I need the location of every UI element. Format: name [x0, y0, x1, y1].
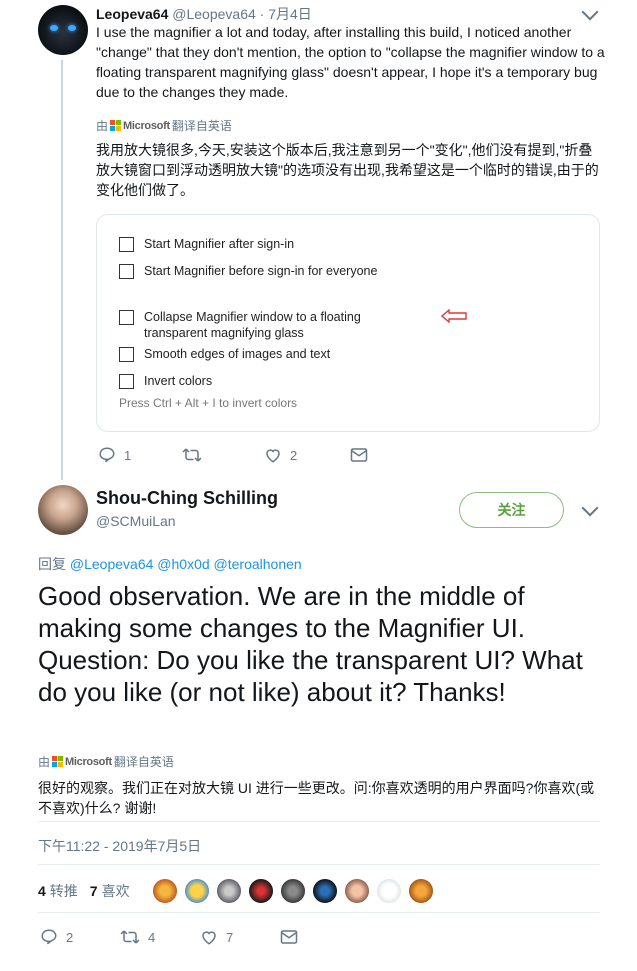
checkbox[interactable]	[119, 374, 134, 389]
divider	[38, 821, 600, 822]
liker-avatar[interactable]	[151, 878, 178, 904]
translator-name: Microsoft	[123, 119, 170, 132]
retweet-stat-count[interactable]: 4	[38, 883, 46, 899]
thread-line	[61, 60, 63, 480]
reply-icon	[99, 447, 115, 463]
author-name[interactable]: Leopeva64	[96, 6, 168, 22]
retweet-icon	[120, 930, 140, 944]
like-icon	[266, 449, 280, 463]
tweet-text: I use the magnifier a lot and today, aft…	[96, 24, 605, 100]
liker-avatar[interactable]	[247, 878, 274, 904]
tweet-timestamp[interactable]: 下午11:22 - 2019年7月5日	[38, 836, 201, 856]
message-button[interactable]	[280, 929, 298, 945]
translated-suffix: 翻译自英语	[113, 755, 174, 769]
checkbox[interactable]	[119, 347, 134, 362]
microsoft-logo-icon	[52, 756, 64, 767]
liker-avatar[interactable]	[183, 878, 210, 904]
option-smooth-edges[interactable]: Smooth edges of images and text	[119, 346, 330, 362]
tweet-actions: 1 2	[98, 446, 368, 464]
liker-avatar[interactable]	[375, 878, 402, 904]
retweet-button[interactable]: 4	[120, 928, 200, 946]
translated-text: 很好的观察。我们正在对放大镜 UI 进行一些更改。问:你喜欢透明的用户界面吗?你…	[38, 780, 595, 816]
reply-button[interactable]: 1	[98, 446, 182, 464]
like-button[interactable]: 2	[264, 446, 350, 464]
reply-prefix: 回复	[38, 556, 66, 572]
option-invert-colors[interactable]: Invert colors	[119, 373, 212, 389]
tweet-date[interactable]: · 7月4日	[260, 6, 312, 22]
invert-hint: Press Ctrl + Alt + I to invert colors	[119, 396, 298, 410]
chevron-down-icon[interactable]	[581, 499, 599, 517]
retweet-button[interactable]	[182, 446, 264, 464]
avatar[interactable]	[38, 485, 88, 535]
liker-avatar[interactable]	[279, 878, 306, 904]
author-name[interactable]: Shou-Ching Schilling	[96, 488, 278, 509]
liker-avatar[interactable]	[311, 878, 338, 904]
translation-attribution[interactable]: 由 Microsoft 翻译自英语	[38, 753, 174, 770]
avatar[interactable]	[38, 5, 88, 55]
translated-suffix: 翻译自英语	[171, 119, 232, 133]
reply-button[interactable]: 2	[40, 928, 120, 946]
reply-count: 1	[124, 447, 132, 463]
retweet-icon	[182, 448, 202, 462]
red-arrow-annotation	[441, 309, 467, 323]
retweet-stat-label[interactable]: 转推	[50, 881, 78, 901]
checkbox[interactable]	[119, 237, 134, 252]
avatar-eye-right	[68, 25, 76, 31]
follow-button[interactable]: 关注	[459, 492, 564, 528]
checkbox[interactable]	[119, 264, 134, 279]
like-icon	[202, 931, 216, 945]
attached-image[interactable]: Start Magnifier after sign-in Start Magn…	[96, 214, 600, 432]
translated-text: 我用放大镜很多,今天,安装这个版本后,我注意到另一个"变化",他们没有提到,"折…	[96, 142, 599, 198]
message-icon	[280, 930, 298, 944]
tweet-text: Good observation. We are in the middle o…	[38, 581, 583, 707]
like-button[interactable]: 7	[200, 928, 280, 946]
option-collapse-window[interactable]: Collapse Magnifier window to a floating …	[119, 309, 419, 341]
divider	[38, 864, 600, 865]
retweet-count: 4	[148, 929, 156, 945]
microsoft-logo-icon	[110, 120, 122, 131]
replying-to: 回复 @Leopeva64 @h0x0d @teroalhonen	[38, 554, 302, 574]
like-stat-label[interactable]: 喜欢	[102, 881, 130, 901]
checkbox[interactable]	[119, 310, 134, 325]
chevron-down-icon[interactable]	[581, 3, 599, 21]
author-handle[interactable]: @SCMuiLan	[96, 513, 176, 529]
reply-count: 2	[66, 929, 74, 945]
translated-prefix: 由	[38, 755, 51, 769]
liker-avatars	[151, 878, 440, 904]
reply-icon	[41, 929, 57, 945]
divider	[38, 912, 600, 913]
translation-attribution[interactable]: 由 Microsoft 翻译自英语	[96, 117, 232, 134]
message-icon	[350, 448, 368, 462]
author-handle[interactable]: @Leopeva64	[172, 6, 256, 22]
liker-avatar[interactable]	[215, 878, 242, 904]
like-count: 7	[226, 929, 234, 945]
avatar-eye-left	[50, 25, 58, 31]
translator-name: Microsoft	[65, 755, 112, 768]
tweet-stats: 4 转推 7 喜欢	[38, 878, 440, 904]
liker-avatar[interactable]	[407, 878, 434, 904]
option-start-after-signin[interactable]: Start Magnifier after sign-in	[119, 236, 294, 252]
like-stat-count[interactable]: 7	[90, 883, 98, 899]
translated-prefix: 由	[96, 119, 109, 133]
liker-avatar[interactable]	[343, 878, 370, 904]
like-count: 2	[290, 447, 298, 463]
reply-mentions[interactable]: @Leopeva64 @h0x0d @teroalhonen	[70, 556, 302, 572]
option-start-before-signin[interactable]: Start Magnifier before sign-in for every…	[119, 263, 377, 279]
tweet-actions: 2 4 7	[40, 928, 298, 946]
tweet-header: Leopeva64 @Leopeva64 · 7月4日	[96, 4, 312, 24]
message-button[interactable]	[350, 447, 368, 463]
